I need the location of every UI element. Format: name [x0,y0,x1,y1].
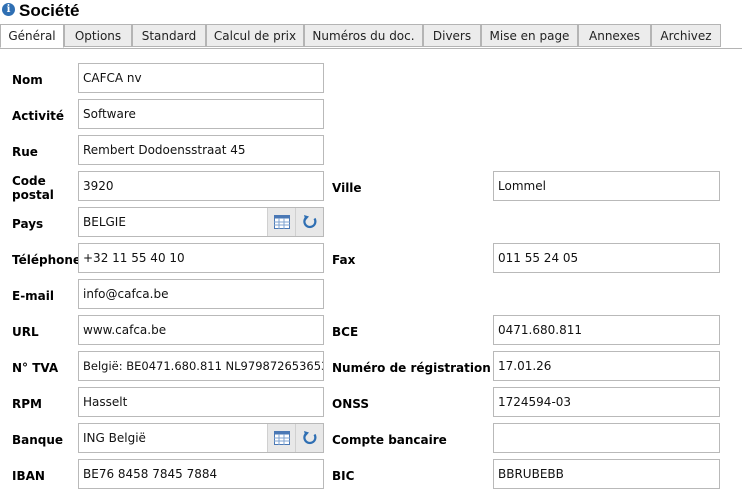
ville-field[interactable]: Lommel [493,171,720,201]
rue-label: Rue [12,145,38,159]
pays-reset-button[interactable] [295,208,323,236]
tab-archivez[interactable]: Archivez [651,24,721,47]
code-postal-label: Code postal [12,174,54,202]
code-postal-label-line1: Code [12,174,46,188]
telephone-label: Téléphone [12,253,82,267]
iban-label: IBAN [12,469,45,483]
info-icon[interactable]: i [2,3,15,16]
url-field[interactable]: www.cafca.be [78,315,324,345]
nom-label: Nom [12,73,43,87]
telephone-field[interactable]: +32 11 55 40 10 [78,243,324,273]
banque-label: Banque [12,433,64,447]
rpm-field[interactable]: Hasselt [78,387,324,417]
bic-field[interactable]: BBRUBEBB [493,459,720,489]
bce-field[interactable]: 0471.680.811 [493,315,720,345]
tva-label: N° TVA [12,361,59,375]
onss-field[interactable]: 1724594-03 [493,387,720,417]
registration-field[interactable]: 17.01.26 [493,351,720,381]
email-label: E-mail [12,289,55,303]
tab-mise-en-page[interactable]: Mise en page [481,24,578,47]
banque-lookup-button[interactable] [267,424,295,452]
rue-field[interactable]: Rembert Dodoensstraat 45 [78,135,324,165]
page-header: i Société [0,0,742,22]
code-postal-field[interactable]: 3920 [78,171,324,201]
registration-label: Numéro de régistration [332,361,491,375]
tab-general[interactable]: Général [0,24,64,48]
refresh-icon [302,431,316,445]
tva-field[interactable]: België: BE0471.680.811 NL97987265365389 [78,351,324,381]
iban-field[interactable]: BE76 8458 7845 7884 [78,459,324,489]
pays-label: Pays [12,217,44,231]
refresh-icon [302,215,316,229]
ville-label: Ville [332,181,362,195]
compte-bancaire-label: Compte bancaire [332,433,447,447]
pays-lookup-button[interactable] [267,208,295,236]
calendar-grid-icon [273,431,290,445]
code-postal-label-line2: postal [12,188,54,202]
fax-field[interactable]: 011 55 24 05 [493,243,720,273]
page-title: Société [19,1,80,20]
activite-field[interactable]: Software [78,99,324,129]
tab-annexes[interactable]: Annexes [578,24,651,47]
nom-field[interactable]: CAFCA nv [78,63,324,93]
email-field[interactable]: info@cafca.be [78,279,324,309]
banque-reset-button[interactable] [295,424,323,452]
fax-label: Fax [332,253,356,267]
tab-divers[interactable]: Divers [423,24,481,47]
onss-label: ONSS [332,397,369,411]
bic-label: BIC [332,469,355,483]
activite-label: Activité [12,109,65,123]
url-label: URL [12,325,39,339]
tab-bar: Général Options Standard Calcul de prix … [0,24,742,49]
compte-bancaire-field[interactable] [493,423,720,453]
rpm-label: RPM [12,397,42,411]
tab-numeros-du-doc[interactable]: Numéros du doc. [304,24,423,47]
bce-label: BCE [332,325,359,339]
tab-standard[interactable]: Standard [132,24,206,47]
calendar-grid-icon [273,215,290,229]
tab-calcul-de-prix[interactable]: Calcul de prix [206,24,304,47]
tab-options[interactable]: Options [64,24,132,47]
